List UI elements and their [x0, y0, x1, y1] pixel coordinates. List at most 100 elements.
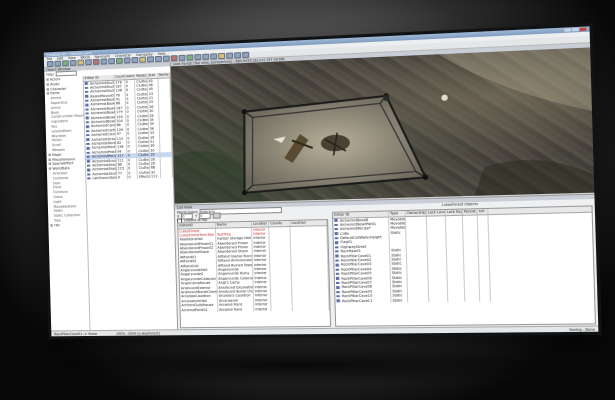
column-header[interactable]: Name: [216, 222, 252, 227]
reference-icon: [335, 250, 340, 253]
cell-list: EditorID Name Location Counts Location Lukes…: [177, 219, 331, 328]
go-button[interactable]: [213, 213, 221, 219]
reference-icon: [336, 291, 341, 293]
sky-tool-icon[interactable]: [163, 55, 170, 62]
reference-icon: [335, 255, 340, 258]
reference-icon: [335, 241, 340, 244]
fog-tool-icon[interactable]: [218, 53, 225, 60]
reference-icon: [336, 286, 341, 289]
monitor: Creation Kit - [Skyrim.esm] File Edit View…: [41, 23, 602, 339]
render-window[interactable]: Lake Forest (Top view, perspective) - 68…: [171, 43, 595, 204]
minimize-icon[interactable]: [564, 28, 571, 32]
render-viewport[interactable]: [171, 47, 594, 203]
redo-tool-icon[interactable]: [77, 59, 83, 66]
cell: 0: [127, 175, 138, 180]
filter-label: Filter: [46, 72, 54, 76]
cut-tool-icon[interactable]: [85, 59, 91, 66]
cell: 0: [117, 175, 128, 180]
cell: Arcwind Point: [218, 307, 254, 312]
collision-tool-icon[interactable]: [186, 54, 193, 61]
object-icon: [85, 86, 89, 89]
maximize-icon[interactable]: [572, 28, 579, 32]
column-header[interactable]: Ownership: [406, 210, 427, 215]
find-tool-icon[interactable]: [108, 58, 114, 65]
reference-icon: [335, 232, 340, 235]
object-icon: [85, 82, 89, 85]
navmesh-tool-icon[interactable]: [202, 53, 209, 60]
object-icon: [86, 147, 90, 149]
landscape-tool-icon[interactable]: [194, 54, 201, 61]
object-list-rows: AlchemistSkull01 178 0 Clutter\ 43 AlchemistS…: [84, 78, 173, 181]
column-header[interactable]: Location: [290, 220, 327, 225]
object-icon: [86, 121, 90, 124]
close-icon[interactable]: [580, 27, 587, 31]
column-header[interactable]: Type: [389, 211, 406, 216]
cell: Interior: [254, 307, 271, 312]
reference-icon: [336, 268, 341, 271]
cell: [429, 297, 448, 302]
object-icon: [85, 104, 89, 107]
reference-icon: [335, 259, 340, 262]
object-icon: [87, 169, 91, 171]
reference-icon: [334, 219, 339, 222]
tree-item[interactable]: ⊞ *All: [48, 222, 86, 228]
cell-objects-panel: LukesForest Objects Editor ID Type Ownersh…: [332, 199, 596, 327]
column-header[interactable]: Size: [147, 73, 158, 78]
column-header[interactable]: Init: [478, 209, 489, 214]
zoom-tool-icon[interactable]: [234, 52, 241, 59]
preview-tool-icon[interactable]: [210, 53, 217, 60]
cell: ArcwindPoint01: [181, 307, 219, 312]
column-header[interactable]: Persist...: [463, 209, 478, 214]
markers-tool-icon[interactable]: [178, 54, 185, 61]
scale-tool-icon[interactable]: [131, 57, 138, 64]
column-header[interactable]: Model: [135, 73, 147, 78]
reference-icon: [336, 295, 341, 297]
reference-icon: [336, 300, 341, 302]
reference-icon: [335, 246, 340, 249]
object-icon: [87, 156, 91, 158]
move-tool-icon[interactable]: [116, 57, 122, 64]
application-window: Creation Kit - [Skyrim.esm] File Edit View…: [44, 26, 599, 336]
water-tool-icon[interactable]: [171, 55, 178, 62]
object-window: Object Window Filter ⊞ Actors ⊞ Audio ⊞ Ch…: [44, 62, 178, 331]
object-list: Editor ID Count Users Model Size Name Alchemi…: [84, 72, 178, 331]
settings-tool-icon[interactable]: [242, 52, 249, 59]
column-header[interactable]: Name: [158, 72, 170, 77]
snap-grid-tool-icon[interactable]: [139, 56, 146, 63]
column-header[interactable]: Count: [114, 74, 125, 79]
cell: 113: [150, 174, 161, 179]
cell: [408, 298, 429, 303]
column-header[interactable]: Location: [252, 221, 269, 226]
column-header[interactable]: EditorID: [178, 223, 216, 228]
snap-angle-tool-icon[interactable]: [147, 56, 154, 63]
status-mid: 2000, -2000 [LukesForest]: [116, 331, 159, 335]
cell: [161, 174, 173, 179]
lights-tool-icon[interactable]: [155, 56, 162, 63]
rotate-tool-icon[interactable]: [124, 57, 130, 64]
object-icon: [86, 134, 90, 137]
reference-icon: [336, 277, 341, 280]
reference-icon: [335, 237, 340, 240]
object-icon: [86, 143, 90, 145]
camera-tool-icon[interactable]: [226, 52, 233, 59]
column-header[interactable]: Lock Key: [446, 210, 463, 215]
table-row[interactable]: ArcwindPoint01 Arcwind Point Interior: [181, 306, 330, 312]
cell-objects-list: Editor ID Type Ownership Lock Level Lock Key…: [332, 205, 596, 326]
reference-icon: [336, 282, 341, 285]
undo-tool-icon[interactable]: [70, 60, 76, 67]
save-tool-icon[interactable]: [62, 60, 68, 67]
column-header[interactable]: Lock Level: [427, 210, 446, 215]
object-icon: [85, 95, 89, 98]
cell: [480, 297, 491, 302]
copy-tool-icon[interactable]: [93, 59, 99, 66]
column-header[interactable]: Users: [125, 74, 136, 79]
new-tool-icon[interactable]: [47, 61, 53, 68]
object-icon: [85, 91, 89, 94]
cell: [465, 297, 480, 302]
paste-tool-icon[interactable]: [100, 58, 106, 65]
cell-view: Cell View World Space Interiors X 0 Y 0: [175, 194, 599, 331]
cell: [271, 306, 292, 311]
open-tool-icon[interactable]: [54, 60, 60, 67]
column-header[interactable]: Counts: [269, 221, 290, 226]
object-icon: [87, 177, 91, 179]
